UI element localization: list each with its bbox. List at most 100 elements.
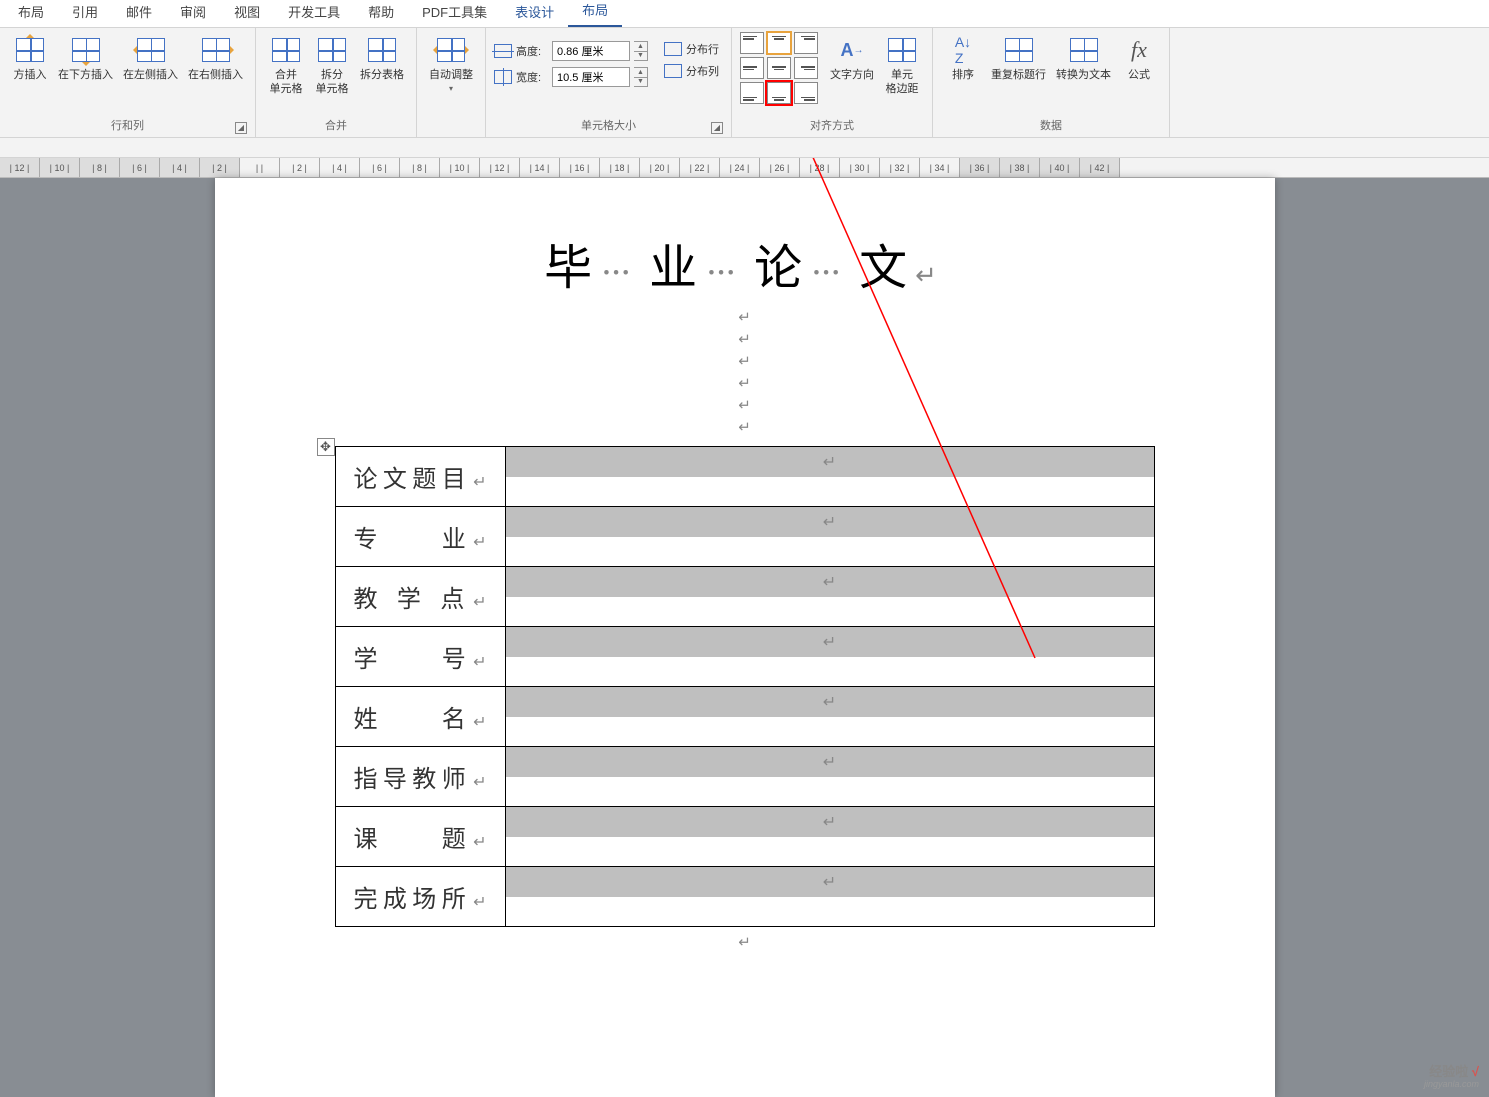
tab-help[interactable]: 帮助	[354, 0, 408, 27]
table-label-cell[interactable]: 教 学 点↵	[335, 567, 505, 627]
table-value-cell[interactable]: ↵	[505, 807, 1154, 867]
table-value-cell[interactable]: ↵	[505, 507, 1154, 567]
ruler-tick: | 28 |	[800, 158, 840, 177]
document-title: 毕··· 业··· 论··· 文↵	[287, 228, 1203, 298]
distribute-cols-icon	[664, 64, 682, 78]
table-value-cell[interactable]: ↵	[505, 447, 1154, 507]
ruler-tick: | 36 |	[960, 158, 1000, 177]
tab-references[interactable]: 引用	[58, 0, 112, 27]
table-move-handle[interactable]: ✥	[317, 438, 335, 456]
insert-left-button[interactable]: 在左侧插入	[119, 32, 182, 84]
sub-toolbar	[0, 138, 1489, 158]
align-bottom-left[interactable]	[740, 82, 764, 104]
tab-table-design[interactable]: 表设计	[501, 0, 568, 27]
document-table[interactable]: 论文题目↵↵专 业↵↵教 学 点↵↵学 号↵↵姓 名↵↵指导教师↵↵课 题↵↵完…	[335, 446, 1155, 927]
ruler-tick: | 10 |	[440, 158, 480, 177]
table-label-cell[interactable]: 完成场所↵	[335, 867, 505, 927]
tab-pdf-tools[interactable]: PDF工具集	[408, 0, 501, 27]
ruler-tick: | 4 |	[320, 158, 360, 177]
tab-mailings[interactable]: 邮件	[112, 0, 166, 27]
align-middle-left[interactable]	[740, 57, 764, 79]
ruler-tick: | 22 |	[680, 158, 720, 177]
align-bottom-center[interactable]	[767, 82, 791, 104]
distribute-cols-button[interactable]: 分布列	[660, 60, 723, 82]
tab-view[interactable]: 视图	[220, 0, 274, 27]
tab-dev-tools[interactable]: 开发工具	[274, 0, 354, 27]
table-label-cell[interactable]: 课 题↵	[335, 807, 505, 867]
table-label-cell[interactable]: 姓 名↵	[335, 687, 505, 747]
height-label: 高度:	[516, 43, 548, 59]
group-rows-cols: 方插入 在下方插入 在左侧插入 在右侧插入 行和列◢	[0, 28, 256, 137]
split-cells-button[interactable]: 拆分单元格	[310, 32, 354, 98]
rows-cols-launcher[interactable]: ◢	[235, 122, 247, 134]
table-row[interactable]: 完成场所↵↵	[335, 867, 1154, 927]
convert-text-button[interactable]: 转换为文本	[1052, 32, 1115, 84]
ruler-tick: | 14 |	[520, 158, 560, 177]
group-cell-size: 高度: ▲▼ 宽度: ▲▼ 分布行 分布列	[486, 28, 732, 137]
table-row[interactable]: 专 业↵↵	[335, 507, 1154, 567]
group-autofit: 自动调整 ▾	[417, 28, 486, 137]
group-label-merge: 合并	[264, 115, 408, 135]
repeat-header-button[interactable]: 重复标题行	[987, 32, 1050, 84]
chevron-down-icon: ▾	[449, 84, 453, 93]
table-label-cell[interactable]: 论文题目↵	[335, 447, 505, 507]
formula-button[interactable]: fx 公式	[1117, 32, 1161, 84]
ruler-tick: | 26 |	[760, 158, 800, 177]
group-label-alignment: 对齐方式	[740, 115, 924, 135]
insert-right-button[interactable]: 在右侧插入	[184, 32, 247, 84]
align-top-right[interactable]	[794, 32, 818, 54]
cell-size-launcher[interactable]: ◢	[711, 122, 723, 134]
table-label-cell[interactable]: 学 号↵	[335, 627, 505, 687]
ruler-tick: | 8 |	[400, 158, 440, 177]
sort-button[interactable]: A↓Z 排序	[941, 32, 985, 84]
tab-table-layout[interactable]: 布局	[568, 0, 622, 27]
align-middle-right[interactable]	[794, 57, 818, 79]
width-spinner[interactable]: ▲▼	[634, 67, 648, 87]
ruler-tick: | 32 |	[880, 158, 920, 177]
ruler-tick: | 42 |	[1080, 158, 1120, 177]
split-table-button[interactable]: 拆分表格	[356, 32, 408, 84]
align-top-left[interactable]	[740, 32, 764, 54]
height-icon	[494, 44, 512, 58]
table-label-cell[interactable]: 专 业↵	[335, 507, 505, 567]
table-row[interactable]: 教 学 点↵↵	[335, 567, 1154, 627]
group-merge: 合并单元格 拆分单元格 拆分表格 合并	[256, 28, 417, 137]
table-value-cell[interactable]: ↵	[505, 687, 1154, 747]
ruler-tick: | 12 |	[0, 158, 40, 177]
horizontal-ruler[interactable]: | 12 || 10 || 8 || 6 || 4 || 2 || || 2 |…	[0, 158, 1489, 178]
insert-below-button[interactable]: 在下方插入	[54, 32, 117, 84]
height-spinner[interactable]: ▲▼	[634, 41, 648, 61]
table-row[interactable]: 学 号↵↵	[335, 627, 1154, 687]
table-row[interactable]: 姓 名↵↵	[335, 687, 1154, 747]
merge-cells-button[interactable]: 合并单元格	[264, 32, 308, 98]
table-label-cell[interactable]: 指导教师↵	[335, 747, 505, 807]
table-value-cell[interactable]: ↵	[505, 747, 1154, 807]
table-row[interactable]: 指导教师↵↵	[335, 747, 1154, 807]
width-label: 宽度:	[516, 69, 548, 85]
insert-above-button[interactable]: 方插入	[8, 32, 52, 84]
text-direction-button[interactable]: A→ 文字方向	[826, 32, 878, 84]
table-value-cell[interactable]: ↵	[505, 627, 1154, 687]
ruler-tick: | 10 |	[40, 158, 80, 177]
table-row[interactable]: 论文题目↵↵	[335, 447, 1154, 507]
align-top-center[interactable]	[767, 32, 791, 54]
ruler-tick: | 6 |	[360, 158, 400, 177]
table-value-cell[interactable]: ↵	[505, 867, 1154, 927]
width-input[interactable]	[552, 67, 630, 87]
ruler-tick: | 40 |	[1040, 158, 1080, 177]
align-middle-center[interactable]	[767, 57, 791, 79]
paragraph-marks: ↵ ↵ ↵ ↵ ↵ ↵	[287, 308, 1203, 436]
ribbon-tabs: 布局 引用 邮件 审阅 视图 开发工具 帮助 PDF工具集 表设计 布局	[0, 0, 1489, 28]
distribute-rows-button[interactable]: 分布行	[660, 38, 723, 60]
tab-layout-page[interactable]: 布局	[4, 0, 58, 27]
height-input[interactable]	[552, 41, 630, 61]
align-bottom-right[interactable]	[794, 82, 818, 104]
document-page[interactable]: 毕··· 业··· 论··· 文↵ ↵ ↵ ↵ ↵ ↵ ↵ ✥ 论文题目↵↵专 …	[215, 178, 1275, 1097]
table-value-cell[interactable]: ↵	[505, 567, 1154, 627]
tab-review[interactable]: 审阅	[166, 0, 220, 27]
autofit-button[interactable]: 自动调整 ▾	[425, 32, 477, 95]
ruler-tick: | 24 |	[720, 158, 760, 177]
cell-margins-button[interactable]: 单元格边距	[880, 32, 924, 98]
distribute-rows-icon	[664, 42, 682, 56]
table-row[interactable]: 课 题↵↵	[335, 807, 1154, 867]
